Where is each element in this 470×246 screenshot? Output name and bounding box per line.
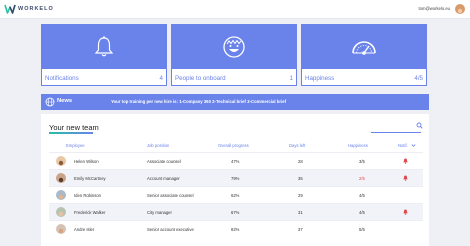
table-row[interactable]: Emily McCartney Account manager 79% 35 2… — [49, 169, 423, 186]
happiness-value: 2/5 — [359, 176, 365, 181]
days-left-value: 29 — [298, 193, 303, 198]
days-left-value: 31 — [298, 210, 303, 215]
avatar — [56, 190, 66, 200]
news-title: News — [57, 98, 73, 104]
progress-value: 47% — [231, 159, 240, 164]
people-to-onboard-card[interactable]: People to onboard 1 — [171, 24, 297, 86]
job-position: Associate counsel — [147, 159, 181, 164]
employee-name[interactable]: Andre Isler — [74, 227, 94, 232]
team-panel: Your new team Employee Job position Over… — [41, 114, 429, 246]
employee-name[interactable]: Iden Robinson — [74, 193, 101, 198]
happiness-card[interactable]: Happiness 4/5 — [301, 24, 427, 86]
search-icon[interactable] — [416, 122, 423, 129]
bell-icon — [94, 36, 114, 57]
team-title: Your new team — [49, 123, 99, 132]
table-row[interactable]: Andre Isler Senior account executive 82%… — [49, 220, 423, 237]
alert-bell-icon[interactable] — [403, 209, 408, 215]
column-job-position[interactable]: Job position — [147, 143, 169, 148]
title-underline — [49, 132, 93, 134]
search-input[interactable] — [371, 132, 421, 133]
progress-value: 62% — [231, 193, 240, 198]
avatar — [56, 224, 66, 234]
chevron-down-icon[interactable] — [411, 143, 416, 148]
table-row[interactable]: Helen Wilson Associate counsel 47% 28 3/… — [49, 152, 423, 169]
news-text: Your top training per new hire is: 1-Com… — [111, 99, 287, 104]
days-left-value: 28 — [298, 159, 303, 164]
smiley-icon — [223, 36, 245, 58]
happiness-count: 4/5 — [414, 75, 423, 82]
gauge-icon — [352, 41, 376, 55]
job-position: Senior associate counsel — [147, 193, 194, 198]
notifications-count: 4 — [159, 75, 163, 82]
alert-bell-icon[interactable] — [403, 158, 408, 164]
days-left-value: 35 — [298, 176, 303, 181]
brand-name: WORKELO — [18, 6, 54, 12]
avatar — [56, 156, 66, 166]
progress-value: 82% — [231, 227, 240, 232]
job-position: Senior account executive — [147, 227, 194, 232]
happiness-value: 5/5 — [359, 227, 365, 232]
employee-name[interactable]: Helen Wilson — [74, 159, 99, 164]
avatar — [56, 173, 66, 183]
happiness-value: 3/5 — [359, 159, 365, 164]
employee-name[interactable]: Emily McCartney — [74, 176, 106, 181]
people-to-onboard-card-banner — [172, 25, 296, 69]
alert-bell-icon[interactable] — [403, 175, 408, 181]
workelo-logo-icon[interactable] — [4, 3, 16, 15]
happiness-card-banner — [302, 25, 426, 69]
job-position: Account manager — [147, 176, 180, 181]
job-position: City manager — [147, 210, 172, 215]
column-days-left[interactable]: Days left — [289, 143, 305, 148]
column-happiness[interactable]: Happiness — [348, 143, 368, 148]
column-overall-progress[interactable]: Overall progress — [218, 143, 249, 148]
column-notif[interactable]: Notif. — [398, 143, 408, 148]
days-left-value: 37 — [298, 227, 303, 232]
user-email[interactable]: tom@workelo.eu — [419, 6, 450, 11]
people-to-onboard-label: People to onboard — [175, 75, 226, 82]
top-bar: WORKELO tom@workelo.eu — [0, 0, 470, 19]
employee-name[interactable]: Frederick Walker — [74, 210, 106, 215]
people-to-onboard-count: 1 — [289, 75, 293, 82]
notifications-label: Notifications — [45, 75, 79, 82]
table-row[interactable]: Iden Robinson Senior associate counsel 6… — [49, 186, 423, 203]
happiness-value: 4/5 — [359, 210, 365, 215]
column-employee[interactable]: Employee — [66, 143, 85, 148]
avatar — [56, 207, 66, 217]
table-row[interactable]: Frederick Walker City manager 67% 31 4/5 — [49, 203, 423, 220]
happiness-label: Happiness — [305, 75, 335, 82]
progress-value: 79% — [231, 176, 240, 181]
notifications-card[interactable]: Notifications 4 — [41, 24, 167, 86]
happiness-value: 4/5 — [359, 193, 365, 198]
globe-icon — [45, 97, 55, 107]
user-avatar[interactable] — [455, 4, 465, 14]
notifications-card-banner — [42, 25, 166, 69]
progress-value: 67% — [231, 210, 240, 215]
news-banner: News Your top training per new hire is: … — [41, 94, 429, 110]
